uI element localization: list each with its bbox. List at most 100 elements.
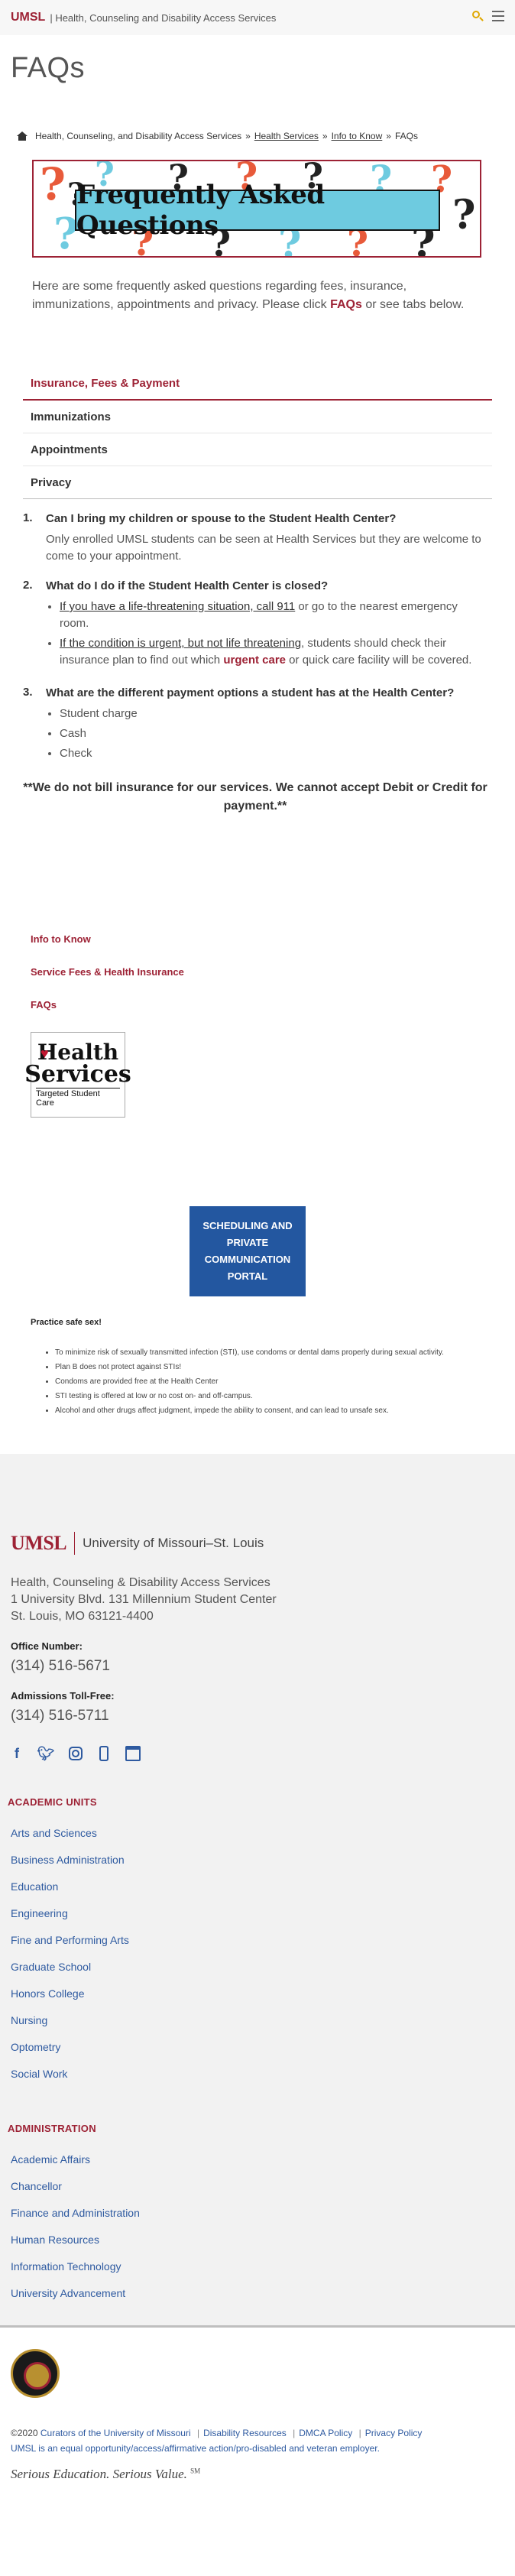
safe-sex-title: Practice safe sex! — [31, 1318, 102, 1327]
footer-link[interactable]: Social Work — [11, 2061, 504, 2088]
footer-link[interactable]: Optometry — [11, 2034, 504, 2061]
tab-privacy[interactable]: Privacy — [23, 466, 492, 499]
list-item: Plan B does not protect against STIs! — [55, 1360, 515, 1374]
twitter-icon[interactable]: 🐦︎ — [37, 1746, 55, 1761]
breadcrumb-item-home[interactable]: Health, Counseling, and Disability Acces… — [35, 131, 241, 141]
faq-question: Can I bring my children or spouse to the… — [46, 512, 397, 525]
footer-link[interactable]: Human Resources — [11, 2227, 504, 2253]
list-item: If you have a life-threatening situation… — [60, 599, 487, 632]
menu-icon[interactable] — [492, 11, 504, 21]
footer-link[interactable]: Information Technology — [11, 2253, 504, 2280]
faq-list: 1. Can I bring my children or spouse to … — [23, 511, 487, 765]
academic-units-heading: ACADEMIC UNITS — [8, 1796, 97, 1808]
footer-link[interactable]: Education — [11, 1874, 504, 1900]
emergency-link[interactable]: If you have a life-threatening situation… — [60, 600, 295, 613]
footer-link[interactable]: University Advancement — [11, 2280, 504, 2307]
footer-link[interactable]: Fine and Performing Arts — [11, 1927, 504, 1954]
footer-link[interactable]: Business Administration — [11, 1847, 504, 1874]
footer-link[interactable]: Academic Affairs — [11, 2146, 504, 2173]
footer-logo[interactable]: UMSL University of Missouri–St. Louis — [11, 1532, 504, 1555]
footer-link[interactable]: Finance and Administration — [11, 2200, 504, 2227]
admissions-phone[interactable]: (314) 516-5711 — [11, 1708, 504, 1724]
breadcrumb-item-info-to-know[interactable]: Info to Know — [332, 131, 383, 141]
academic-units-list: Arts and Sciences Business Administratio… — [11, 1820, 504, 2088]
urgent-condition-link[interactable]: If the condition is urgent, but not life… — [60, 637, 301, 650]
list-item: Condoms are provided free at the Health … — [55, 1374, 515, 1389]
list-item: Cash — [60, 725, 454, 742]
top-bar: UMSL | Health, Counseling and Disability… — [0, 0, 515, 35]
slogan: Serious Education. Serious Value. SM — [11, 2467, 201, 2481]
list-item: Student charge — [60, 706, 454, 722]
faqs-link[interactable]: FAQs — [330, 298, 362, 311]
disability-resources-link[interactable]: Disability Resources — [203, 2428, 287, 2438]
admissions-label: Admissions Toll-Free: — [11, 1690, 115, 1702]
faq-question: What are the different payment options a… — [46, 686, 455, 699]
faq-item: 1. Can I bring my children or spouse to … — [23, 511, 487, 565]
office-phone[interactable]: (314) 516-5671 — [11, 1658, 504, 1675]
curators-link[interactable]: Curators of the University of Missouri — [40, 2428, 191, 2438]
breadcrumb-separator: » — [386, 131, 391, 141]
administration-heading: ADMINISTRATION — [8, 2123, 96, 2134]
administration-list: Academic Affairs Chancellor Finance and … — [11, 2146, 504, 2307]
list-item: To minimize risk of sexually transmitted… — [55, 1345, 515, 1360]
footer-address: Health, Counseling & Disability Access S… — [11, 1576, 277, 1623]
footer-link[interactable]: Engineering — [11, 1900, 504, 1927]
intro-text: Here are some frequently asked questions… — [32, 280, 465, 311]
breadcrumb-separator: » — [245, 131, 251, 141]
tab-insurance-fees-payment[interactable]: Insurance, Fees & Payment — [23, 368, 492, 401]
footer-link[interactable]: Nursing — [11, 2007, 504, 2034]
faq-item: 3. What are the different payment option… — [23, 686, 487, 765]
breadcrumb-item-current: FAQs — [394, 131, 418, 141]
university-seal — [11, 2349, 60, 2398]
footer-link[interactable]: Honors College — [11, 1981, 504, 2007]
social-links: f 🐦︎ — [11, 1746, 504, 1761]
page-title: FAQs — [11, 52, 86, 84]
faq-question: What do I do if the Student Health Cente… — [46, 579, 329, 592]
faq-banner-image: ? ? ? ? ? ? ? ? ? ? ? ? ? ? ? Frequently… — [32, 160, 481, 258]
breadcrumb: Health, Counseling, and Disability Acces… — [17, 131, 515, 141]
scheduling-portal-button[interactable]: SCHEDULING AND PRIVATE COMMUNICATION POR… — [189, 1206, 306, 1296]
footer-link[interactable]: Graduate School — [11, 1954, 504, 1981]
link-info-to-know[interactable]: Info to Know — [31, 933, 515, 945]
footer-link[interactable]: Chancellor — [11, 2173, 504, 2200]
link-faqs[interactable]: FAQs — [31, 999, 515, 1011]
faq-item: 2. What do I do if the Student Health Ce… — [23, 579, 487, 672]
list-item: Alcohol and other drugs affect judgment,… — [55, 1403, 515, 1418]
list-item: If the condition is urgent, but not life… — [60, 635, 487, 669]
payment-notice: **We do not bill insurance for our servi… — [23, 781, 487, 813]
tab-appointments[interactable]: Appointments — [23, 433, 492, 466]
home-icon[interactable] — [17, 131, 28, 141]
calendar-icon[interactable] — [125, 1746, 141, 1761]
health-services-logo[interactable]: ♥ Health Services Targeted Student Care — [24, 1032, 131, 1118]
privacy-policy-link[interactable]: Privacy Policy — [365, 2428, 423, 2438]
instagram-icon[interactable] — [69, 1747, 83, 1760]
facebook-icon[interactable]: f — [11, 1746, 23, 1761]
bottom-bar: ©2020 Curators of the University of Miss… — [0, 2325, 515, 2576]
breadcrumb-item-health-services[interactable]: Health Services — [254, 131, 319, 141]
dmca-policy-link[interactable]: DMCA Policy — [299, 2428, 352, 2438]
banner-band: Frequently Asked Questions — [75, 180, 440, 241]
footer: UMSL University of Missouri–St. Louis He… — [0, 1454, 515, 2325]
faq-tabs: Insurance, Fees & Payment Immunizations … — [23, 368, 492, 499]
faq-answer: Only enrolled UMSL students can be seen … — [46, 533, 481, 563]
umsl-logo[interactable]: UMSL — [11, 11, 45, 24]
legal-text: ©2020 Curators of the University of Miss… — [11, 2428, 423, 2454]
breadcrumb-separator: » — [322, 131, 328, 141]
link-service-fees-insurance[interactable]: Service Fees & Health Insurance — [31, 966, 515, 978]
list-item: Check — [60, 745, 454, 762]
urgent-care-link[interactable]: urgent care — [223, 654, 286, 667]
search-icon[interactable] — [472, 11, 484, 21]
safe-sex-list: To minimize risk of sexually transmitted… — [55, 1345, 515, 1418]
related-links: Info to Know Service Fees & Health Insur… — [31, 933, 515, 1011]
faq-answer-list: If you have a life-threatening situation… — [60, 599, 487, 669]
heart-icon: ♥ — [40, 1046, 49, 1061]
payment-options-list: Student charge Cash Check — [60, 706, 454, 762]
site-name[interactable]: | Health, Counseling and Disability Acce… — [50, 12, 276, 24]
list-item: STI testing is offered at low or no cost… — [55, 1389, 515, 1403]
footer-link[interactable]: Arts and Sciences — [11, 1820, 504, 1847]
banner-text: Frequently Asked Questions — [76, 180, 325, 241]
eeo-statement-link[interactable]: UMSL is an equal opportunity/access/affi… — [11, 2443, 380, 2454]
office-number-label: Office Number: — [11, 1640, 83, 1652]
tab-immunizations[interactable]: Immunizations — [23, 401, 492, 433]
mobile-icon[interactable] — [99, 1746, 109, 1761]
